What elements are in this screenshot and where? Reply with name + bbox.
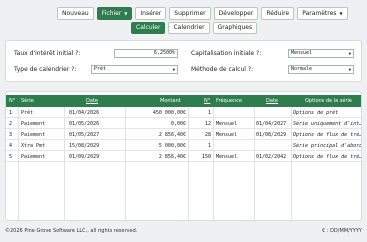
footer: ©2026 Pine Grove Software LLC., all righ… bbox=[5, 228, 362, 234]
calendrier-label: Type de calendrier ?: bbox=[14, 66, 77, 73]
cell-freq[interactable]: Mensuel bbox=[216, 119, 253, 129]
schedule-table: N° Série Date Montant N° Fréquence Date … bbox=[5, 91, 362, 221]
calendrier-select[interactable]: Prêt ▼ bbox=[91, 65, 178, 74]
cell-montant[interactable]: 5 000,00€ bbox=[127, 141, 186, 151]
methode-label: Méthode de calcul ?: bbox=[191, 66, 254, 73]
cell-num[interactable]: 3 bbox=[9, 130, 17, 140]
cell-serie[interactable]: Prêt bbox=[21, 108, 63, 118]
cell-n[interactable]: 1 bbox=[190, 108, 211, 118]
cell-freq[interactable]: Mensuel bbox=[216, 130, 253, 140]
cell-serie[interactable]: Xtra Pmt bbox=[21, 141, 63, 151]
cell-date[interactable]: 01/05/2027 bbox=[69, 130, 124, 140]
tab-calculer[interactable]: Calculer bbox=[131, 22, 166, 34]
methode-value: Normale bbox=[291, 66, 313, 72]
capitalisation-value: Mensuel bbox=[291, 50, 313, 56]
taux-label: Taux d'intérêt initial ?: bbox=[14, 50, 81, 57]
cell-num[interactable]: 5 bbox=[9, 152, 17, 162]
inserer-button[interactable]: Insérer bbox=[135, 7, 167, 20]
cell-montant[interactable]: 2 856,40€ bbox=[127, 152, 186, 162]
chevron-down-icon: ▼ bbox=[339, 11, 343, 16]
parametres-button[interactable]: Paramètres ▼ bbox=[297, 7, 348, 20]
cell-date2[interactable]: 01/08/2029 bbox=[256, 130, 290, 140]
parametres-label: Paramètres bbox=[302, 10, 337, 17]
chevron-down-icon: ▼ bbox=[348, 51, 351, 56]
cell-opt[interactable]: Série principal d'abord bbox=[293, 141, 361, 151]
table-row[interactable]: 4 Xtra Pmt 15/08/2029 5 000,00€ 1 Série princ… bbox=[6, 141, 361, 151]
header-date[interactable]: Date bbox=[86, 95, 98, 107]
cell-date[interactable]: 15/08/2029 bbox=[69, 141, 124, 151]
capitalisation-select[interactable]: Mensuel ▼ bbox=[288, 49, 354, 58]
calendrier-value: Prêt bbox=[94, 66, 107, 72]
cell-opt[interactable]: Série uniquement d'int… bbox=[293, 119, 361, 129]
cell-date[interactable]: 01/04/2026 bbox=[69, 108, 124, 118]
cell-n[interactable]: 12 bbox=[190, 119, 211, 129]
cell-freq[interactable]: Mensuel bbox=[216, 152, 253, 162]
settings-panel: Taux d'intérêt initial ?: 6,2500% Capita… bbox=[5, 40, 362, 82]
header-frequence[interactable]: Fréquence bbox=[216, 95, 242, 107]
cell-montant[interactable]: 450 000,00€ bbox=[127, 108, 186, 118]
format-indicator: € : DD/MM/YYYY bbox=[322, 228, 362, 234]
table-row[interactable]: 1 Prêt 01/04/2026 450 000,00€ 1 Options de pr… bbox=[6, 108, 361, 118]
cell-date2[interactable]: 01/02/2042 bbox=[256, 152, 290, 162]
toolbar: Nouveau Fichier ▼ Insérer Supprimer Déve… bbox=[57, 7, 351, 20]
capitalisation-label: Capitalisation initiale ?: bbox=[191, 50, 262, 57]
cell-opt[interactable]: Options de flux de tré… bbox=[293, 130, 361, 140]
table-header: N° Série Date Montant N° Fréquence Date … bbox=[6, 95, 361, 107]
cell-date[interactable]: 01/09/2029 bbox=[69, 152, 124, 162]
cell-n[interactable]: 28 bbox=[190, 130, 211, 140]
header-date2[interactable]: Date bbox=[266, 95, 278, 107]
chevron-down-icon: ▼ bbox=[172, 67, 175, 72]
header-montant[interactable]: Montant bbox=[160, 95, 181, 107]
cell-opt[interactable]: Options de flux de tré… bbox=[293, 152, 361, 162]
header-n[interactable]: N° bbox=[204, 95, 210, 107]
cell-opt[interactable]: Options de prêt bbox=[293, 108, 361, 118]
nouveau-button[interactable]: Nouveau bbox=[57, 7, 94, 20]
table-row[interactable]: 2 Paiement 01/05/2026 0,00€ 12 Mensuel 01/04/2… bbox=[6, 119, 361, 129]
cell-montant[interactable]: 2 856,40€ bbox=[127, 130, 186, 140]
cell-n[interactable]: 1 bbox=[190, 141, 211, 151]
cell-montant[interactable]: 0,00€ bbox=[127, 119, 186, 129]
fichier-button[interactable]: Fichier ▼ bbox=[96, 7, 133, 20]
cell-num[interactable]: 4 bbox=[9, 141, 17, 151]
cell-n[interactable]: 150 bbox=[190, 152, 211, 162]
methode-select[interactable]: Normale ▼ bbox=[288, 65, 354, 74]
cell-date2[interactable]: 01/04/2027 bbox=[256, 119, 290, 129]
supprimer-button[interactable]: Supprimer bbox=[169, 7, 211, 20]
cell-num[interactable]: 1 bbox=[9, 108, 17, 118]
taux-input[interactable]: 6,2500% bbox=[114, 49, 178, 58]
cell-date[interactable]: 01/05/2026 bbox=[69, 119, 124, 129]
header-num[interactable]: N° bbox=[9, 95, 15, 107]
fichier-label: Fichier bbox=[101, 10, 122, 17]
header-options[interactable]: Options de la série bbox=[305, 95, 352, 107]
cell-serie[interactable]: Paiement bbox=[21, 152, 63, 162]
table-row[interactable]: 5 Paiement 01/09/2029 2 856,40€ 150 Mensuel 01… bbox=[6, 152, 361, 162]
developper-button[interactable]: Développer bbox=[213, 7, 259, 20]
chevron-down-icon: ▼ bbox=[124, 11, 128, 16]
cell-serie[interactable]: Paiement bbox=[21, 130, 63, 140]
table-row[interactable]: 3 Paiement 01/05/2027 2 856,40€ 28 Mensuel 01/… bbox=[6, 130, 361, 140]
cell-num[interactable]: 2 bbox=[9, 119, 17, 129]
chevron-down-icon: ▼ bbox=[348, 67, 351, 72]
copyright-text: ©2026 Pine Grove Software LLC., all righ… bbox=[5, 228, 138, 234]
view-tabs: Calculer Calendrier Graphiques bbox=[131, 22, 260, 34]
cell-serie[interactable]: Paiement bbox=[21, 119, 63, 129]
tab-calendrier[interactable]: Calendrier bbox=[168, 22, 210, 34]
tab-graphiques[interactable]: Graphiques bbox=[212, 22, 258, 34]
reduire-button[interactable]: Réduire bbox=[261, 7, 295, 20]
header-serie[interactable]: Série bbox=[21, 95, 34, 107]
